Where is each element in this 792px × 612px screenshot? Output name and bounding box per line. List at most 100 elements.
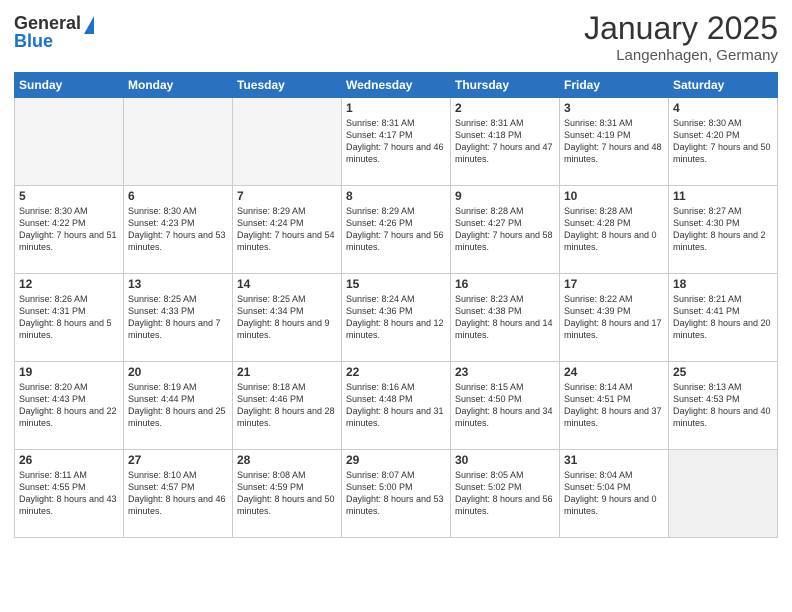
calendar-cell: 9 Sunrise: 8:28 AM Sunset: 4:27 PM Daylig… xyxy=(451,186,560,274)
calendar-cell: 17 Sunrise: 8:22 AM Sunset: 4:39 PM Dayli… xyxy=(560,274,669,362)
day-number: 1 xyxy=(346,101,446,115)
calendar-cell: 15 Sunrise: 8:24 AM Sunset: 4:36 PM Dayli… xyxy=(342,274,451,362)
day-number: 14 xyxy=(237,277,337,291)
day-number: 19 xyxy=(19,365,119,379)
calendar-cell: 19 Sunrise: 8:20 AM Sunset: 4:43 PM Dayli… xyxy=(15,362,124,450)
calendar-cell: 1Sunrise: 8:31 AM Sunset: 4:17 PM Daylig… xyxy=(342,98,451,186)
logo-general: General xyxy=(14,14,81,32)
day-number: 4 xyxy=(673,101,773,115)
day-info: Sunrise: 8:26 AM Sunset: 4:31 PM Dayligh… xyxy=(19,293,119,342)
day-info: Sunrise: 8:13 AM Sunset: 4:53 PM Dayligh… xyxy=(673,381,773,430)
day-info: Sunrise: 8:14 AM Sunset: 4:51 PM Dayligh… xyxy=(564,381,664,430)
day-number: 26 xyxy=(19,453,119,467)
day-number: 20 xyxy=(128,365,228,379)
calendar-header-row: SundayMondayTuesdayWednesdayThursdayFrid… xyxy=(15,73,778,98)
day-number: 18 xyxy=(673,277,773,291)
day-info: Sunrise: 8:28 AM Sunset: 4:28 PM Dayligh… xyxy=(564,205,664,254)
calendar-cell: 7 Sunrise: 8:29 AM Sunset: 4:24 PM Daylig… xyxy=(233,186,342,274)
title-block: January 2025 Langenhagen, Germany xyxy=(584,10,778,64)
day-info: Sunrise: 8:05 AM Sunset: 5:02 PM Dayligh… xyxy=(455,469,555,518)
calendar-cell: 20 Sunrise: 8:19 AM Sunset: 4:44 PM Dayli… xyxy=(124,362,233,450)
calendar-cell: 14 Sunrise: 8:25 AM Sunset: 4:34 PM Dayli… xyxy=(233,274,342,362)
day-number: 16 xyxy=(455,277,555,291)
calendar-cell: 21 Sunrise: 8:18 AM Sunset: 4:46 PM Dayli… xyxy=(233,362,342,450)
calendar-cell: 13 Sunrise: 8:25 AM Sunset: 4:33 PM Dayli… xyxy=(124,274,233,362)
calendar-cell: 23Sunrise: 8:15 AM Sunset: 4:50 PM Dayli… xyxy=(451,362,560,450)
day-info: Sunrise: 8:29 AM Sunset: 4:24 PM Dayligh… xyxy=(237,205,337,254)
calendar-cell: 12Sunrise: 8:26 AM Sunset: 4:31 PM Dayli… xyxy=(15,274,124,362)
day-info: Sunrise: 8:24 AM Sunset: 4:36 PM Dayligh… xyxy=(346,293,446,342)
calendar-week-row: 12Sunrise: 8:26 AM Sunset: 4:31 PM Dayli… xyxy=(15,274,778,362)
calendar-cell: 8Sunrise: 8:29 AM Sunset: 4:26 PM Daylig… xyxy=(342,186,451,274)
calendar-cell: 4 Sunrise: 8:30 AM Sunset: 4:20 PM Daylig… xyxy=(669,98,778,186)
day-of-week-saturday: Saturday xyxy=(669,73,778,98)
day-info: Sunrise: 8:30 AM Sunset: 4:20 PM Dayligh… xyxy=(673,117,773,166)
day-number: 21 xyxy=(237,365,337,379)
location-subtitle: Langenhagen, Germany xyxy=(584,47,778,64)
day-number: 28 xyxy=(237,453,337,467)
day-number: 9 xyxy=(455,189,555,203)
day-info: Sunrise: 8:11 AM Sunset: 4:55 PM Dayligh… xyxy=(19,469,119,518)
day-info: Sunrise: 8:04 AM Sunset: 5:04 PM Dayligh… xyxy=(564,469,664,518)
day-number: 15 xyxy=(346,277,446,291)
day-of-week-tuesday: Tuesday xyxy=(233,73,342,98)
calendar-cell: 26 Sunrise: 8:11 AM Sunset: 4:55 PM Dayli… xyxy=(15,450,124,538)
calendar-cell: 16 Sunrise: 8:23 AM Sunset: 4:38 PM Dayli… xyxy=(451,274,560,362)
day-number: 17 xyxy=(564,277,664,291)
calendar-cell: 25 Sunrise: 8:13 AM Sunset: 4:53 PM Dayli… xyxy=(669,362,778,450)
day-number: 25 xyxy=(673,365,773,379)
day-number: 30 xyxy=(455,453,555,467)
day-info: Sunrise: 8:25 AM Sunset: 4:33 PM Dayligh… xyxy=(128,293,228,342)
day-number: 13 xyxy=(128,277,228,291)
day-info: Sunrise: 8:31 AM Sunset: 4:19 PM Dayligh… xyxy=(564,117,664,166)
day-of-week-thursday: Thursday xyxy=(451,73,560,98)
day-number: 6 xyxy=(128,189,228,203)
day-number: 27 xyxy=(128,453,228,467)
calendar-week-row: 5 Sunrise: 8:30 AM Sunset: 4:22 PM Daylig… xyxy=(15,186,778,274)
day-info: Sunrise: 8:30 AM Sunset: 4:23 PM Dayligh… xyxy=(128,205,228,254)
calendar-cell: 22 Sunrise: 8:16 AM Sunset: 4:48 PM Dayli… xyxy=(342,362,451,450)
day-info: Sunrise: 8:23 AM Sunset: 4:38 PM Dayligh… xyxy=(455,293,555,342)
logo: General Blue xyxy=(14,10,94,50)
day-number: 29 xyxy=(346,453,446,467)
day-of-week-wednesday: Wednesday xyxy=(342,73,451,98)
calendar-cell: 24 Sunrise: 8:14 AM Sunset: 4:51 PM Dayli… xyxy=(560,362,669,450)
day-info: Sunrise: 8:08 AM Sunset: 4:59 PM Dayligh… xyxy=(237,469,337,518)
day-info: Sunrise: 8:18 AM Sunset: 4:46 PM Dayligh… xyxy=(237,381,337,430)
day-number: 24 xyxy=(564,365,664,379)
day-number: 8 xyxy=(346,189,446,203)
day-info: Sunrise: 8:30 AM Sunset: 4:22 PM Dayligh… xyxy=(19,205,119,254)
calendar-cell xyxy=(233,98,342,186)
calendar-cell: 2Sunrise: 8:31 AM Sunset: 4:18 PM Daylig… xyxy=(451,98,560,186)
calendar-cell: 3 Sunrise: 8:31 AM Sunset: 4:19 PM Daylig… xyxy=(560,98,669,186)
day-info: Sunrise: 8:22 AM Sunset: 4:39 PM Dayligh… xyxy=(564,293,664,342)
day-number: 10 xyxy=(564,189,664,203)
day-info: Sunrise: 8:28 AM Sunset: 4:27 PM Dayligh… xyxy=(455,205,555,254)
day-info: Sunrise: 8:07 AM Sunset: 5:00 PM Dayligh… xyxy=(346,469,446,518)
calendar-cell: 18 Sunrise: 8:21 AM Sunset: 4:41 PM Dayli… xyxy=(669,274,778,362)
day-info: Sunrise: 8:19 AM Sunset: 4:44 PM Dayligh… xyxy=(128,381,228,430)
day-info: Sunrise: 8:20 AM Sunset: 4:43 PM Dayligh… xyxy=(19,381,119,430)
calendar-cell xyxy=(124,98,233,186)
calendar-week-row: 19 Sunrise: 8:20 AM Sunset: 4:43 PM Dayli… xyxy=(15,362,778,450)
day-number: 23 xyxy=(455,365,555,379)
header: General Blue January 2025 Langenhagen, G… xyxy=(14,10,778,64)
calendar-cell: 31Sunrise: 8:04 AM Sunset: 5:04 PM Dayli… xyxy=(560,450,669,538)
day-info: Sunrise: 8:16 AM Sunset: 4:48 PM Dayligh… xyxy=(346,381,446,430)
day-number: 3 xyxy=(564,101,664,115)
day-of-week-sunday: Sunday xyxy=(15,73,124,98)
calendar-cell: 30 Sunrise: 8:05 AM Sunset: 5:02 PM Dayli… xyxy=(451,450,560,538)
calendar-cell: 10 Sunrise: 8:28 AM Sunset: 4:28 PM Dayli… xyxy=(560,186,669,274)
day-number: 22 xyxy=(346,365,446,379)
calendar-cell: 28 Sunrise: 8:08 AM Sunset: 4:59 PM Dayli… xyxy=(233,450,342,538)
calendar-cell xyxy=(15,98,124,186)
day-number: 5 xyxy=(19,189,119,203)
month-year-title: January 2025 xyxy=(584,10,778,47)
day-of-week-friday: Friday xyxy=(560,73,669,98)
calendar-cell: 29 Sunrise: 8:07 AM Sunset: 5:00 PM Dayli… xyxy=(342,450,451,538)
day-info: Sunrise: 8:31 AM Sunset: 4:18 PM Dayligh… xyxy=(455,117,555,166)
day-info: Sunrise: 8:21 AM Sunset: 4:41 PM Dayligh… xyxy=(673,293,773,342)
day-info: Sunrise: 8:25 AM Sunset: 4:34 PM Dayligh… xyxy=(237,293,337,342)
calendar-cell: 6 Sunrise: 8:30 AM Sunset: 4:23 PM Daylig… xyxy=(124,186,233,274)
day-number: 7 xyxy=(237,189,337,203)
